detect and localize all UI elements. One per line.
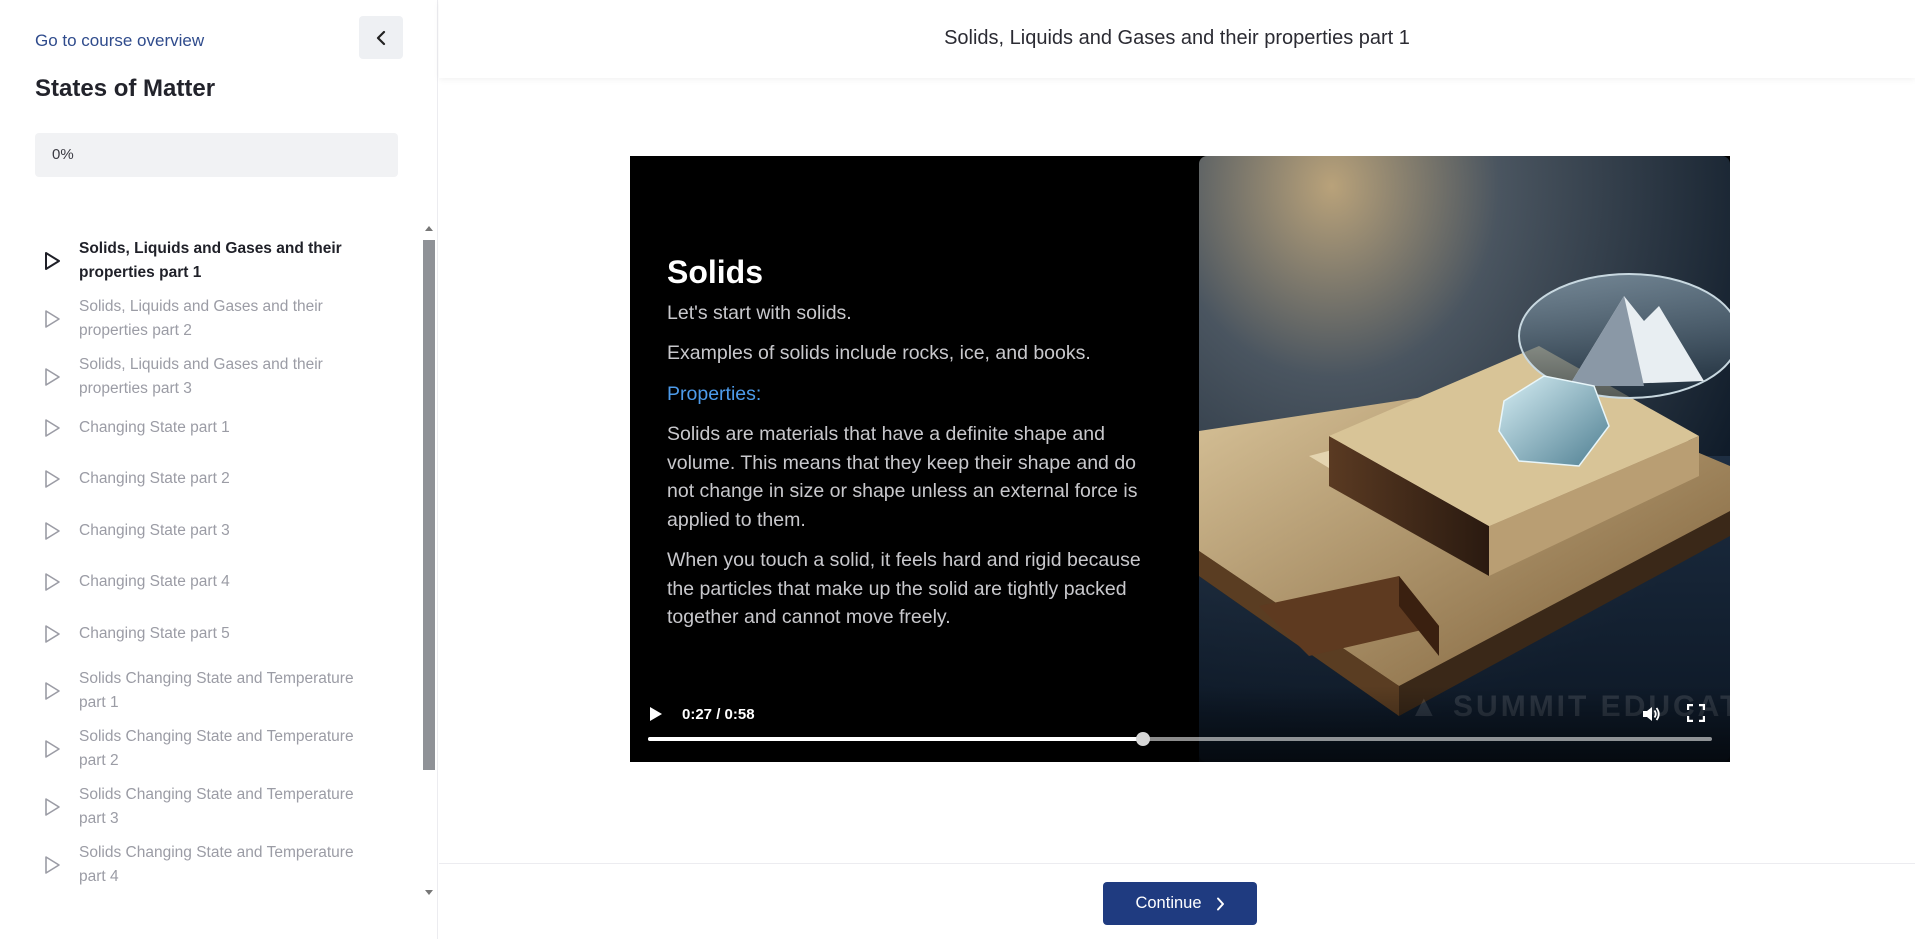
slide-paragraph: Let's start with solids. [667,301,852,324]
course-title: States of Matter [35,75,216,102]
lesson-label: Changing State part 2 [79,470,230,487]
course-progress: 0% [35,133,398,177]
progress-text: 0% [52,146,74,163]
fullscreen-icon[interactable] [1687,704,1705,722]
video-controls: 0:27 / 0:58 [630,686,1730,762]
lesson-label: Solids, Liquids and Gases and their prop… [79,240,342,281]
lesson-label: Changing State part 5 [79,625,230,642]
lesson-item[interactable]: Changing State part 5 [0,616,420,652]
video-player[interactable]: Solids Let's start with solids. Examples… [630,156,1730,762]
play-icon [45,470,60,488]
lesson-item[interactable]: Solids, Liquids and Gases and their prop… [0,294,420,344]
lesson-list-scrollbar[interactable] [422,222,436,902]
lesson-item[interactable]: Changing State part 1 [0,410,420,446]
lesson-item[interactable]: Solids, Liquids and Gases and their prop… [0,352,420,402]
lesson-label: Solids, Liquids and Gases and their prop… [79,298,323,339]
lesson-label: Solids Changing State and Temperature pa… [79,786,354,827]
slide-subheading: Properties: [667,382,762,405]
course-overview-link[interactable]: Go to course overview [35,31,204,51]
video-seek-handle[interactable] [1136,732,1151,746]
lesson-title: Solids, Liquids and Gases and their prop… [944,27,1410,49]
lesson-item[interactable]: Solids, Liquids and Gases and their prop… [0,236,420,286]
lesson-header: Solids, Liquids and Gases and their prop… [439,0,1915,78]
course-sidebar: Go to course overview States of Matter 0… [0,0,438,939]
lesson-label: Changing State part 1 [79,419,230,436]
lesson-item[interactable]: Changing State part 4 [0,564,420,600]
continue-label: Continue [1135,894,1202,912]
scroll-down-arrow-icon[interactable] [425,890,433,895]
lesson-item[interactable]: Changing State part 2 [0,461,420,497]
video-seek-bar[interactable] [648,732,1712,746]
continue-button[interactable]: Continue [1103,882,1257,925]
play-icon [45,368,60,386]
play-icon[interactable] [649,706,663,722]
video-time: 0:27 / 0:58 [682,706,755,723]
slide-illustration: ▲ SUMMIT EDUCATION [1199,156,1730,762]
lesson-label: Solids, Liquids and Gases and their prop… [79,356,323,397]
lesson-label: Changing State part 3 [79,522,230,539]
volume-icon[interactable] [1641,704,1661,724]
video-seek-progress [648,737,1144,741]
slide-paragraph: Examples of solids include rocks, ice, a… [667,342,1091,364]
lesson-item[interactable]: Changing State part 3 [0,513,420,549]
slide-paragraph: When you touch a solid, it feels hard an… [667,549,1141,628]
play-icon [45,856,60,874]
chevron-left-icon [376,30,386,45]
slide-paragraph: Solids are materials that have a definit… [667,423,1138,531]
slide-heading: Solids [667,254,764,290]
lesson-item[interactable]: Solids Changing State and Temperature pa… [0,840,420,890]
play-icon [45,522,60,540]
chevron-right-icon [1216,897,1224,910]
play-icon [45,573,60,591]
lesson-item[interactable]: Solids Changing State and Temperature pa… [0,782,420,832]
lesson-list[interactable]: Solids, Liquids and Gases and their prop… [0,222,420,902]
play-icon [45,419,60,437]
lesson-label: Solids Changing State and Temperature pa… [79,670,354,711]
lesson-label: Changing State part 4 [79,573,230,590]
scrollbar-thumb[interactable] [423,240,435,770]
lesson-item[interactable]: Solids Changing State and Temperature pa… [0,666,420,716]
slide-text: Solids Let's start with solids. Examples… [667,254,1157,644]
lesson-footer: Continue [439,863,1915,939]
lesson-item[interactable]: Solids Changing State and Temperature pa… [0,724,420,774]
play-icon [45,310,60,328]
play-icon [45,682,60,700]
play-icon [45,252,60,270]
scroll-up-arrow-icon[interactable] [425,226,433,231]
collapse-sidebar-button[interactable] [359,16,403,59]
play-icon [45,740,60,758]
lesson-label: Solids Changing State and Temperature pa… [79,728,354,769]
play-icon [45,625,60,643]
play-icon [45,798,60,816]
lesson-label: Solids Changing State and Temperature pa… [79,844,354,885]
